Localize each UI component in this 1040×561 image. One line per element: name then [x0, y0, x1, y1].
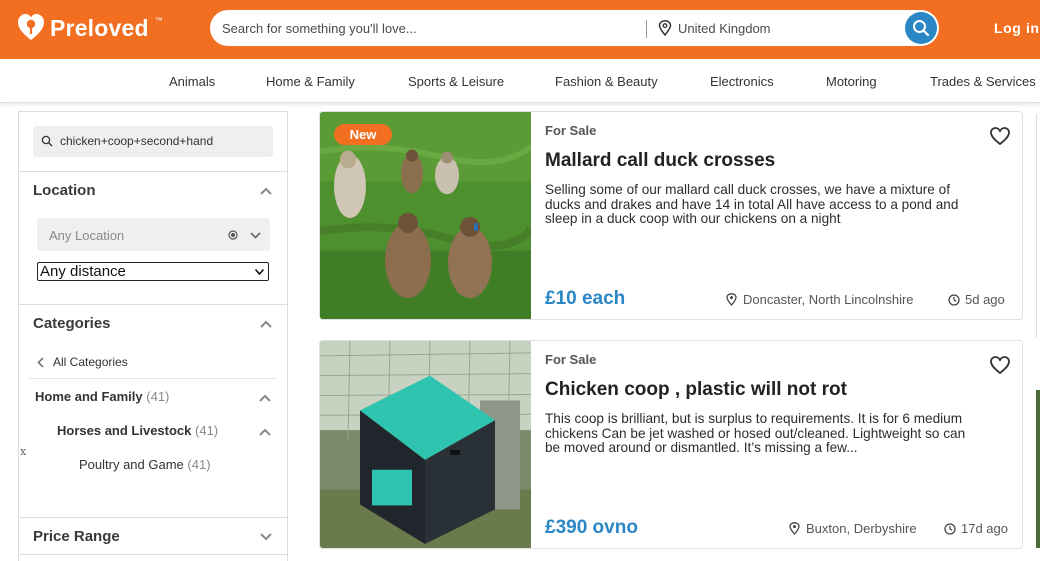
categories-section-title[interactable]: Categories	[33, 315, 111, 332]
favourite-heart-icon[interactable]	[989, 126, 1011, 146]
nav-fashion-beauty[interactable]: Fashion & Beauty	[555, 74, 658, 89]
listing-description: Selling some of our mallard call duck cr…	[545, 183, 959, 226]
location-input[interactable]: United Kingdom	[678, 21, 771, 36]
adjacent-panel-edge	[1036, 114, 1040, 338]
location-pin-icon	[789, 522, 800, 535]
clock-icon	[944, 522, 956, 535]
age-text: 5d ago	[965, 292, 1005, 307]
logo-text: Preloved	[50, 14, 149, 41]
location-placeholder: Any Location	[49, 228, 125, 243]
location-pin-icon	[658, 20, 672, 36]
divider	[19, 171, 287, 172]
chevron-down-icon	[250, 232, 261, 239]
location-pin-icon	[726, 293, 737, 306]
site-header: Preloved ™ United Kingdom Log in	[0, 0, 1040, 59]
age-text: 17d ago	[961, 521, 1008, 536]
favourite-heart-icon[interactable]	[989, 355, 1011, 375]
category-home-family[interactable]: Home and Family (41)	[35, 389, 169, 404]
category-poultry-game[interactable]: Poultry and Game (41)	[79, 457, 211, 472]
logo-trademark: ™	[154, 15, 163, 25]
search-divider	[646, 20, 647, 38]
category-count: (41)	[187, 457, 211, 472]
category-nav: Animals Home & Family Sports & Leisure F…	[0, 59, 1040, 103]
nav-home-family[interactable]: Home & Family	[266, 74, 355, 89]
search-bar: United Kingdom	[210, 10, 939, 46]
chevron-up-icon[interactable]	[260, 187, 272, 195]
location-section-title[interactable]: Location	[33, 182, 96, 199]
listing-title[interactable]: Chicken coop , plastic will not rot	[545, 379, 847, 401]
listing-card[interactable]: New For Sale Mallard call duck crosses S…	[319, 111, 1023, 320]
listing-description: This coop is brilliant, but is surplus t…	[545, 412, 966, 455]
listing-type: For Sale	[545, 123, 597, 138]
nav-animals[interactable]: Animals	[169, 74, 215, 89]
divider	[19, 517, 287, 518]
chevron-up-icon[interactable]	[260, 320, 272, 328]
chevron-down-icon[interactable]	[260, 533, 272, 541]
listing-age: 5d ago	[948, 292, 1005, 307]
chevron-down-icon	[255, 269, 264, 275]
preloved-logo[interactable]: Preloved ™	[18, 14, 163, 42]
listing-price: £390 ovno	[545, 517, 638, 538]
login-link[interactable]: Log in	[994, 20, 1040, 36]
nav-trades-services[interactable]: Trades & Services	[930, 74, 1036, 89]
price-range-section-title[interactable]: Price Range	[33, 528, 120, 545]
new-badge: New	[334, 124, 392, 145]
chevron-up-icon[interactable]	[259, 428, 271, 436]
search-icon	[41, 135, 53, 147]
listing-location: Buxton, Derbyshire	[789, 521, 917, 536]
listing-card[interactable]: For Sale Chicken coop , plastic will not…	[319, 340, 1023, 549]
divider	[19, 554, 287, 555]
nav-motoring[interactable]: Motoring	[826, 74, 877, 89]
keyword-text: chicken+coop+second+hand	[60, 134, 214, 148]
keyword-filter[interactable]: chicken+coop+second+hand	[33, 126, 273, 157]
clock-icon	[948, 293, 960, 306]
category-count: (41)	[195, 423, 219, 438]
previous-listing-edge	[319, 103, 1023, 105]
all-categories-link[interactable]: All Categories	[37, 355, 128, 369]
category-label: Home and Family	[35, 389, 143, 404]
listing-type: For Sale	[545, 352, 597, 367]
location-text: Doncaster, North Lincolnshire	[743, 292, 914, 307]
search-icon	[913, 20, 930, 37]
listing-price: £10 each	[545, 288, 626, 309]
category-horses-livestock[interactable]: Horses and Livestock (41)	[57, 423, 218, 438]
chevron-up-icon[interactable]	[259, 394, 271, 402]
search-input[interactable]	[222, 10, 642, 46]
nav-electronics[interactable]: Electronics	[710, 74, 774, 89]
adjacent-image-edge	[1036, 390, 1040, 548]
distance-select[interactable]: Any distance	[37, 262, 269, 281]
search-button[interactable]	[905, 12, 937, 44]
location-text: Buxton, Derbyshire	[806, 521, 917, 536]
distance-value: Any distance	[40, 263, 126, 280]
divider	[29, 378, 277, 379]
filter-sidebar: chicken+coop+second+hand Location Any Lo…	[18, 111, 288, 561]
chevron-left-icon	[37, 356, 44, 368]
gps-locate-icon[interactable]	[228, 230, 238, 240]
listing-title[interactable]: Mallard call duck crosses	[545, 150, 775, 172]
all-categories-label: All Categories	[53, 355, 128, 369]
stray-text: x	[20, 445, 27, 458]
category-count: (41)	[146, 389, 170, 404]
category-label: Poultry and Game	[79, 457, 184, 472]
divider	[19, 304, 287, 305]
category-label: Horses and Livestock	[57, 423, 192, 438]
heart-logo-icon	[18, 14, 44, 40]
listing-age: 17d ago	[944, 521, 1008, 536]
nav-sports-leisure[interactable]: Sports & Leisure	[408, 74, 504, 89]
listing-photo[interactable]	[320, 341, 531, 548]
listing-location: Doncaster, North Lincolnshire	[726, 292, 914, 307]
location-select[interactable]: Any Location	[37, 218, 270, 251]
